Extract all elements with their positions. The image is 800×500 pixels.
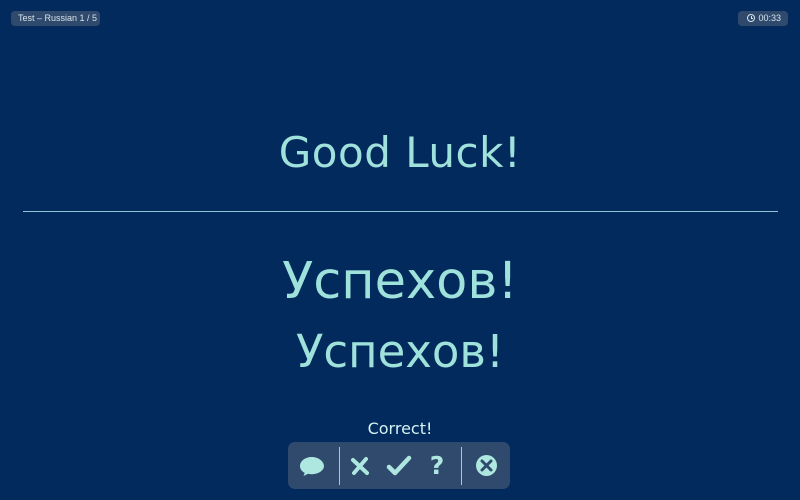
toolbar-separator — [339, 447, 340, 485]
toolbar-separator — [461, 447, 462, 485]
timer-badge: 00:33 — [738, 11, 788, 26]
test-title-badge: Test – Russian 1 / 5 — [11, 11, 100, 26]
close-circle-icon — [475, 455, 497, 476]
result-feedback: Correct! — [367, 419, 433, 438]
checkmark-icon — [386, 455, 412, 475]
question-mark-icon: ? — [429, 451, 445, 480]
clock-icon — [747, 14, 755, 22]
x-mark-icon — [351, 456, 369, 475]
mark-correct-button[interactable] — [381, 442, 417, 489]
help-button[interactable]: ? — [419, 442, 455, 489]
typed-answer: Успехов! — [296, 325, 504, 378]
close-test-button[interactable] — [468, 442, 504, 489]
test-title: Test – Russian 1 / 5 — [18, 13, 98, 23]
answer-toolbar: ? — [288, 442, 510, 489]
answer-divider — [23, 211, 778, 212]
timer-text: 00:33 — [758, 13, 781, 23]
comment-button[interactable] — [294, 442, 330, 489]
test-screen: Test – Russian 1 / 5 00:33 Good Luck! Ус… — [0, 0, 800, 500]
speech-bubble-icon — [300, 456, 324, 476]
mark-wrong-button[interactable] — [342, 442, 378, 489]
prompt-text: Good Luck! — [278, 128, 522, 177]
expected-answer: Успехов! — [282, 252, 518, 311]
